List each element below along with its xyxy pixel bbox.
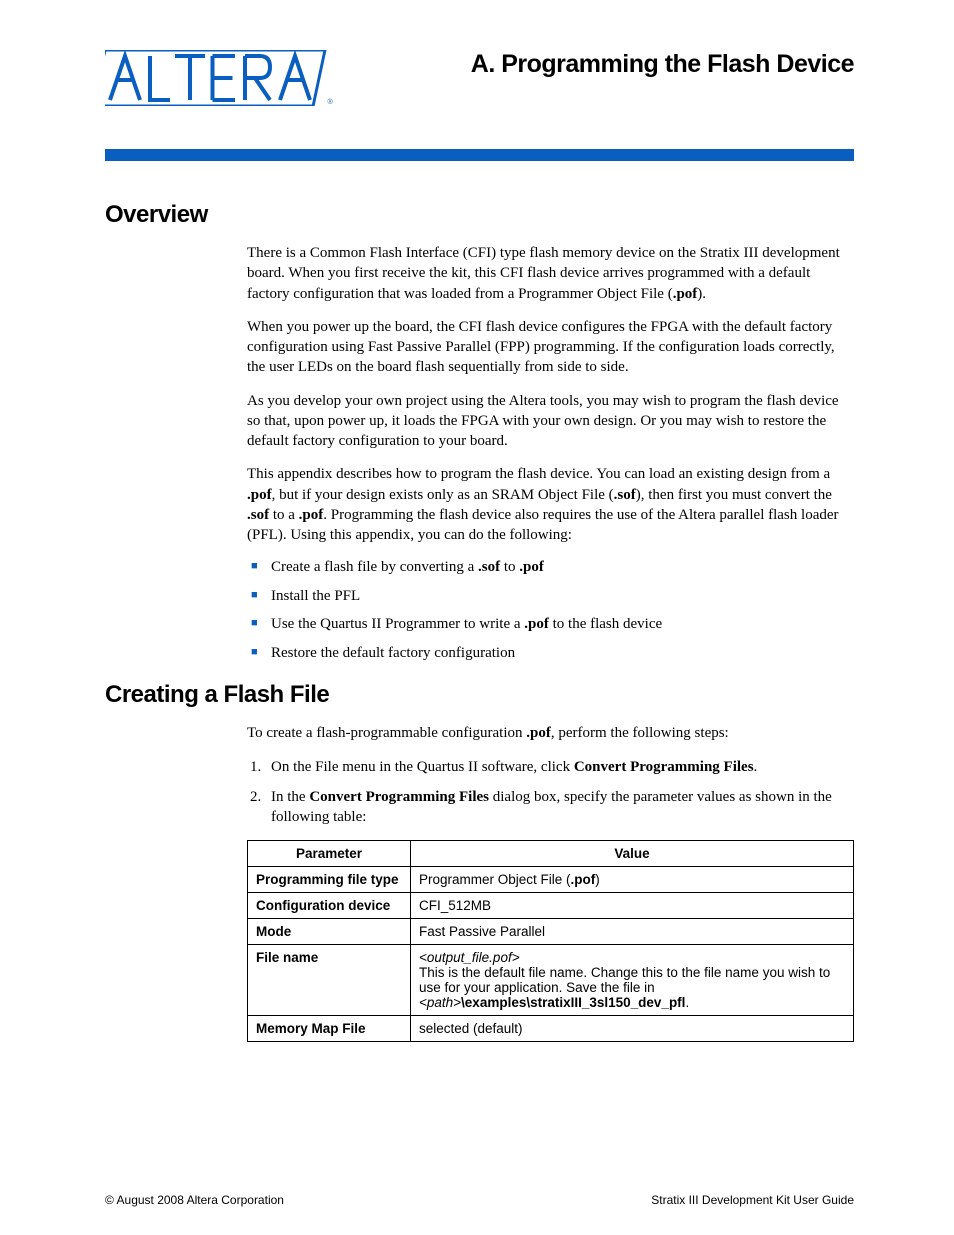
divider-bar — [105, 149, 854, 161]
overview-p3: As you develop your own project using th… — [247, 391, 854, 452]
list-item: Create a flash file by converting a .sof… — [247, 558, 854, 578]
table-cell: CFI_512MB — [411, 893, 854, 919]
list-item: Install the PFL — [247, 587, 854, 607]
table-cell: Programming file type — [248, 867, 411, 893]
svg-text:®: ® — [328, 98, 334, 106]
table-cell: Mode — [248, 919, 411, 945]
overview-p1: There is a Common Flash Interface (CFI) … — [247, 243, 854, 304]
list-item: In the Convert Programming Files dialog … — [247, 787, 854, 828]
list-item: Use the Quartus II Programmer to write a… — [247, 615, 854, 635]
heading-creating: Creating a Flash File — [105, 681, 854, 709]
heading-overview: Overview — [105, 201, 854, 229]
table-cell: File name — [248, 945, 411, 1016]
list-item: On the File menu in the Quartus II softw… — [247, 757, 854, 777]
th-value: Value — [411, 841, 854, 867]
list-item: Restore the default factory configuratio… — [247, 644, 854, 664]
overview-p4: This appendix describes how to program t… — [247, 464, 854, 545]
parameter-table: Parameter Value Programming file type Pr… — [247, 840, 854, 1042]
table-cell: Configuration device — [248, 893, 411, 919]
table-cell: Fast Passive Parallel — [411, 919, 854, 945]
table-cell: Memory Map File — [248, 1016, 411, 1042]
table-cell: Programmer Object File (.pof) — [411, 867, 854, 893]
creating-p1: To create a flash-programmable configura… — [247, 723, 854, 743]
table-cell: selected (default) — [411, 1016, 854, 1042]
table-cell: <output_file.pof> This is the default fi… — [411, 945, 854, 1016]
footer-right: Stratix III Development Kit User Guide — [651, 1193, 854, 1207]
overview-bullets: Create a flash file by converting a .sof… — [247, 558, 854, 663]
th-parameter: Parameter — [248, 841, 411, 867]
footer-left: © August 2008 Altera Corporation — [105, 1193, 284, 1207]
overview-p2: When you power up the board, the CFI fla… — [247, 317, 854, 378]
altera-logo: ® — [105, 50, 335, 111]
page-title: A. Programming the Flash Device — [471, 50, 854, 79]
creating-steps: On the File menu in the Quartus II softw… — [247, 757, 854, 828]
